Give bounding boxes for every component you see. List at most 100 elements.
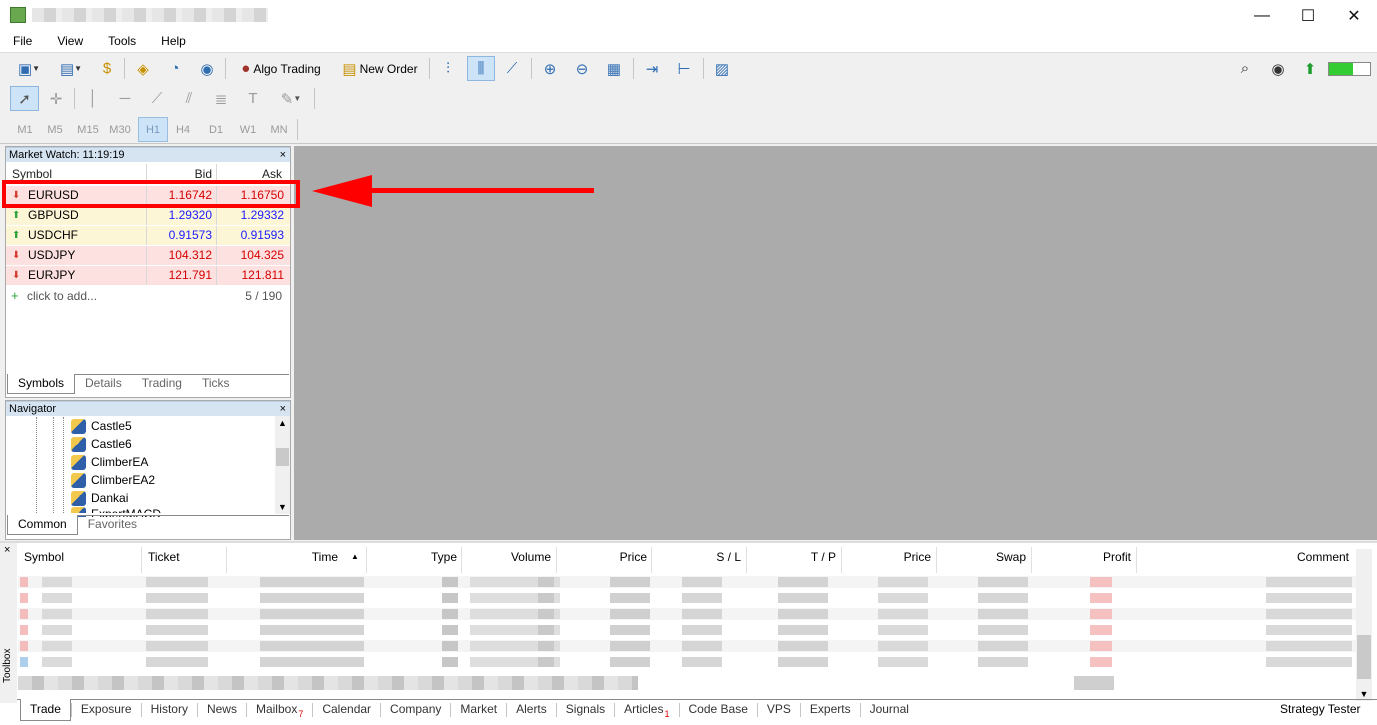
add-symbol-row[interactable]: + click to add... 5 / 190 bbox=[6, 286, 290, 306]
trade-row-redacted[interactable] bbox=[18, 576, 1356, 588]
toolbox-close-button[interactable]: × bbox=[4, 544, 10, 556]
new-chart-icon[interactable]: ▣ ▼ bbox=[10, 56, 48, 81]
toolbox-tab-code-base[interactable]: Code Base bbox=[680, 699, 757, 721]
navigator-item[interactable]: ClimberEA2 bbox=[71, 471, 155, 489]
timeframe-m15[interactable]: M15 bbox=[73, 117, 103, 142]
trade-row-redacted[interactable] bbox=[18, 608, 1356, 620]
new-order-button[interactable]: ▤ New Order bbox=[337, 56, 423, 81]
search-icon[interactable]: ⌕ bbox=[1234, 56, 1256, 81]
fibonacci-icon[interactable]: ≣ bbox=[208, 86, 234, 111]
navigator-item[interactable]: Dankai bbox=[71, 489, 128, 507]
cursor-icon[interactable]: ➚ bbox=[10, 86, 39, 111]
timeframe-m1[interactable]: M1 bbox=[10, 117, 40, 142]
candlestick-chart-icon[interactable]: ⫼ bbox=[467, 56, 495, 81]
market-watch-icon[interactable]: $ bbox=[94, 56, 120, 81]
templates-icon[interactable]: ▨ bbox=[709, 56, 735, 81]
account-icon[interactable]: ◉ bbox=[1267, 56, 1289, 81]
toolbox-tab-alerts[interactable]: Alerts bbox=[507, 699, 556, 721]
trade-column-header[interactable]: Swap bbox=[996, 549, 1026, 569]
trade-row-redacted[interactable] bbox=[18, 592, 1356, 604]
timeframe-m30[interactable]: M30 bbox=[105, 117, 135, 142]
zoom-out-icon[interactable]: ⊖ bbox=[569, 56, 595, 81]
navigator-icon[interactable]: ◔ bbox=[162, 56, 188, 81]
toolbox-tab-calendar[interactable]: Calendar bbox=[313, 699, 380, 721]
scroll-up-icon[interactable]: ▲ bbox=[275, 416, 290, 430]
navigator-close-button[interactable]: × bbox=[280, 402, 286, 417]
zoom-in-icon[interactable]: ⊕ bbox=[537, 56, 563, 81]
trade-column-header[interactable]: Price bbox=[904, 549, 931, 569]
horizontal-line-icon[interactable]: ─ bbox=[112, 86, 138, 111]
chart-shift-icon[interactable]: ⊢ bbox=[671, 56, 697, 81]
timeframe-m5[interactable]: M5 bbox=[40, 117, 70, 142]
equidistant-channel-icon[interactable]: ⫽ bbox=[176, 86, 202, 111]
data-window-icon[interactable]: ◈ bbox=[130, 56, 156, 81]
toolbox-tab-market[interactable]: Market bbox=[451, 699, 506, 721]
timeframe-h1[interactable]: H1 bbox=[138, 117, 168, 142]
toolbox-tab-mailbox[interactable]: Mailbox7 bbox=[247, 699, 312, 721]
trade-column-header[interactable]: S / L bbox=[716, 549, 741, 569]
toolbox-tab-trade[interactable]: Trade bbox=[20, 699, 71, 721]
bar-chart-icon[interactable]: ⫶ bbox=[435, 56, 461, 81]
market-watch-row[interactable]: ⬆ GBPUSD 1.29320 1.29332 bbox=[6, 205, 290, 225]
tab-common[interactable]: Common bbox=[7, 515, 78, 535]
algo-trading-button[interactable]: ● Algo Trading bbox=[233, 56, 329, 81]
scroll-end-icon[interactable]: ⇥ bbox=[639, 56, 665, 81]
market-watch-row[interactable]: ⬆ USDCHF 0.91573 0.91593 bbox=[6, 225, 290, 245]
menu-view[interactable]: View bbox=[44, 32, 95, 51]
market-watch-close-button[interactable]: × bbox=[280, 148, 286, 163]
trade-column-header[interactable]: Time bbox=[312, 549, 338, 569]
navigator-item[interactable]: Castle5 bbox=[71, 417, 132, 435]
tab-ticks[interactable]: Ticks bbox=[192, 374, 240, 394]
toolbox-tab-company[interactable]: Company bbox=[381, 699, 450, 721]
navigator-item[interactable]: ClimberEA bbox=[71, 453, 148, 471]
menu-tools[interactable]: Tools bbox=[95, 32, 148, 51]
toolbox-tab-news[interactable]: News bbox=[198, 699, 246, 721]
timeframe-w1[interactable]: W1 bbox=[233, 117, 263, 142]
level-icon[interactable]: ⬆ bbox=[1298, 56, 1322, 81]
navigator-item[interactable]: Castle6 bbox=[71, 435, 132, 453]
trade-column-header[interactable]: Type bbox=[431, 549, 457, 569]
trade-column-header[interactable]: Price bbox=[620, 549, 647, 569]
toolbox-tab-exposure[interactable]: Exposure bbox=[72, 699, 141, 721]
trade-column-header[interactable]: Comment bbox=[1297, 549, 1349, 569]
toolbox-tab-experts[interactable]: Experts bbox=[801, 699, 860, 721]
column-symbol[interactable]: Symbol bbox=[12, 167, 52, 181]
line-chart-icon[interactable]: ⟋ bbox=[499, 56, 525, 81]
scroll-thumb[interactable] bbox=[1357, 635, 1371, 679]
tab-symbols[interactable]: Symbols bbox=[7, 374, 76, 394]
menu-help[interactable]: Help bbox=[148, 32, 198, 51]
text-icon[interactable]: T bbox=[240, 86, 266, 111]
chart-area[interactable] bbox=[294, 146, 1377, 540]
toolbox-tab-articles[interactable]: Articles1 bbox=[615, 699, 678, 721]
toolbox-tab-vps[interactable]: VPS bbox=[758, 699, 800, 721]
column-bid[interactable]: Bid bbox=[195, 167, 212, 181]
trade-column-header[interactable]: Ticket bbox=[148, 549, 180, 569]
shapes-icon[interactable]: ✎ ▼ bbox=[272, 86, 310, 111]
market-watch-row[interactable]: ⬇ EURJPY 121.791 121.811 bbox=[6, 265, 290, 285]
scroll-thumb[interactable] bbox=[276, 448, 289, 466]
tab-details[interactable]: Details bbox=[75, 374, 132, 394]
crosshair-icon[interactable]: ✛ bbox=[43, 86, 69, 111]
trade-row-redacted[interactable] bbox=[18, 656, 1356, 668]
maximize-button[interactable]: ☐ bbox=[1285, 0, 1331, 31]
toolbox-tab-history[interactable]: History bbox=[142, 699, 197, 721]
timeframe-mn[interactable]: MN bbox=[264, 117, 294, 142]
navigator-scrollbar[interactable]: ▲ ▼ bbox=[275, 416, 290, 514]
signal-icon[interactable]: ◉ bbox=[194, 56, 220, 81]
market-watch-row[interactable]: ⬇ USDJPY 104.312 104.325 bbox=[6, 245, 290, 265]
toolbox-tab-signals[interactable]: Signals bbox=[557, 699, 614, 721]
toolbox-scrollbar[interactable]: ▼ bbox=[1356, 549, 1372, 701]
tab-trading[interactable]: Trading bbox=[132, 374, 192, 394]
scroll-down-icon[interactable]: ▼ bbox=[275, 500, 290, 514]
trade-row-redacted[interactable] bbox=[18, 640, 1356, 652]
trade-column-header[interactable]: T / P bbox=[811, 549, 836, 569]
column-ask[interactable]: Ask bbox=[262, 167, 282, 181]
timeframe-d1[interactable]: D1 bbox=[201, 117, 231, 142]
strategy-tester-button[interactable]: Strategy Tester bbox=[1280, 702, 1360, 716]
vertical-line-icon[interactable]: │ bbox=[80, 86, 106, 111]
timeframe-h4[interactable]: H4 bbox=[168, 117, 198, 142]
tab-favorites[interactable]: Favorites bbox=[78, 515, 147, 535]
tile-windows-icon[interactable]: ▦ bbox=[601, 56, 627, 81]
trade-column-header[interactable]: Volume bbox=[511, 549, 551, 569]
trade-column-header[interactable]: Profit bbox=[1103, 549, 1131, 569]
